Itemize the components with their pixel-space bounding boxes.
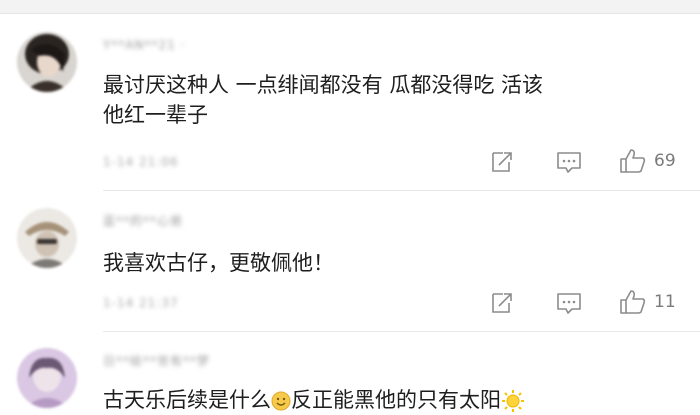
comment-text: 古天乐后续是什么 反正能黑他的只有太阳 bbox=[103, 385, 525, 415]
comment-text-part: 反正能黑他的只有太阳 bbox=[291, 388, 501, 412]
comment-text-line: 他红一辈子 bbox=[103, 103, 208, 127]
divider bbox=[103, 331, 700, 332]
username[interactable]: 蓝**的**心爸 bbox=[103, 212, 183, 228]
share-icon[interactable] bbox=[489, 151, 515, 173]
comment-text-part: 古天乐后续是什么 bbox=[103, 388, 271, 412]
smile-emoji bbox=[271, 391, 291, 411]
avatar[interactable] bbox=[17, 208, 77, 268]
avatar[interactable] bbox=[17, 348, 77, 408]
comment-text-line: 我喜欢古仔，更敬佩他！ bbox=[103, 251, 334, 275]
comment-time: 1-14 21:06 bbox=[103, 155, 179, 169]
comment-icon[interactable] bbox=[556, 292, 582, 316]
top-separator bbox=[0, 0, 700, 14]
comment-text-line: 最讨厌这种人 一点绯闻都没有 瓜都没得吃 活该 bbox=[103, 73, 544, 97]
like-icon[interactable] bbox=[619, 289, 647, 315]
comment-time: 1-14 21:37 bbox=[103, 296, 179, 310]
divider bbox=[103, 190, 700, 191]
like-count: 11 bbox=[654, 292, 676, 312]
like-icon[interactable] bbox=[619, 148, 647, 174]
avatar[interactable] bbox=[17, 32, 77, 92]
username[interactable]: 日**绘**世有**梦 bbox=[103, 352, 210, 368]
like-count: 69 bbox=[654, 151, 676, 171]
share-icon[interactable] bbox=[489, 292, 515, 314]
username[interactable]: Y**AN**21 · bbox=[103, 38, 185, 52]
comment-icon[interactable] bbox=[556, 151, 582, 175]
sun-emoji bbox=[502, 390, 524, 412]
